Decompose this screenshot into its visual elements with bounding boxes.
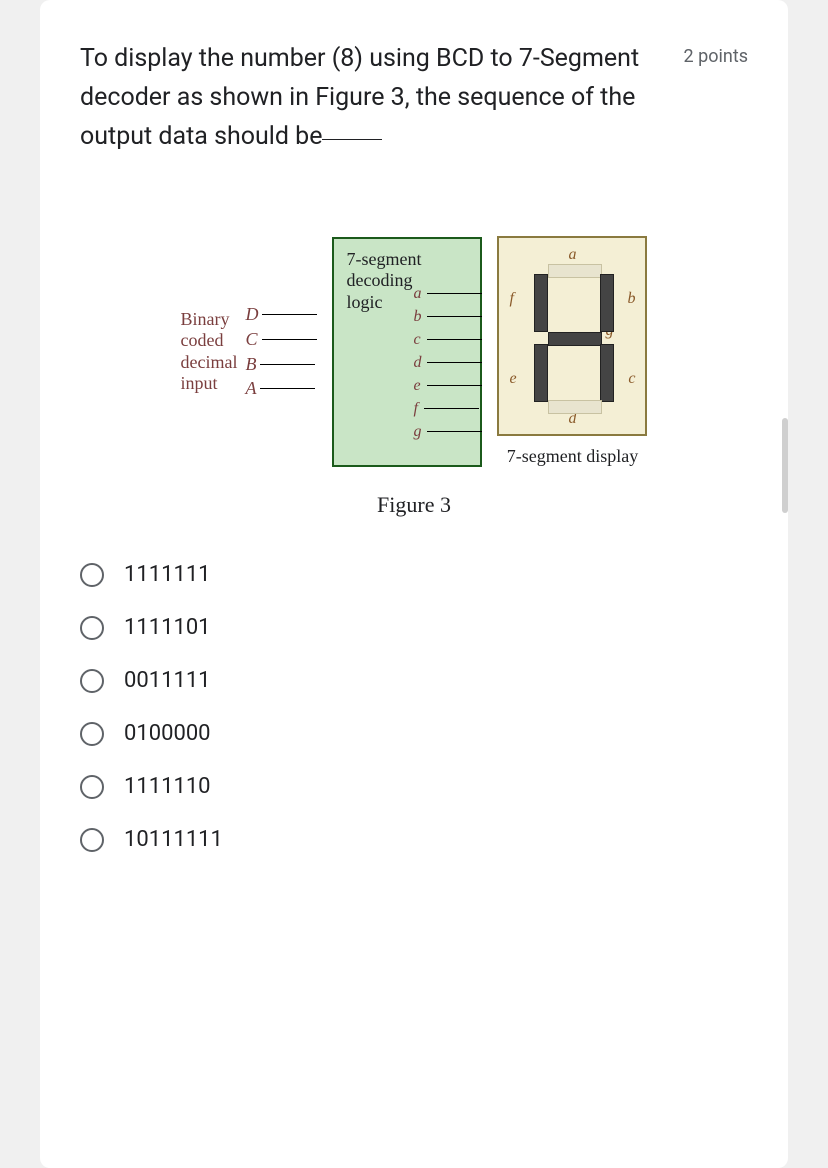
figure-3: Binary coded decimal input D C B A 7-seg…	[80, 236, 748, 467]
question-text: To display the number (8) using BCD to 7…	[80, 40, 672, 156]
question-header: To display the number (8) using BCD to 7…	[80, 40, 748, 156]
radio-icon[interactable]	[80, 563, 104, 587]
fill-blank	[322, 139, 382, 140]
decoder-column: 7-segment decoding logic a b c d e f g	[332, 237, 482, 467]
wire	[424, 408, 479, 409]
radio-icon[interactable]	[80, 616, 104, 640]
decoder-box: 7-segment decoding logic a b c d e f g	[332, 237, 482, 467]
segment-a	[548, 264, 602, 278]
seven-segment-display: a b c d e f g	[497, 236, 647, 436]
option-5[interactable]: 1111110	[80, 760, 748, 813]
option-1[interactable]: 1111111	[80, 548, 748, 601]
scrollbar-thumb[interactable]	[782, 418, 788, 513]
option-6-label: 10111111	[124, 827, 223, 852]
pin-a: A	[245, 378, 256, 399]
wire	[427, 339, 482, 340]
segment-e	[534, 344, 548, 402]
wire	[427, 362, 482, 363]
bcd-input-caption: Binary coded decimal input	[181, 309, 238, 395]
points-label: 2 points	[684, 46, 748, 67]
out-c: c	[413, 331, 420, 349]
option-1-label: 1111111	[124, 562, 211, 587]
segment-c	[600, 344, 614, 402]
option-2-label: 1111101	[124, 615, 211, 640]
pin-b: B	[245, 354, 256, 375]
bcd-l4: input	[181, 373, 238, 395]
dec-l1: 7-segment	[346, 249, 468, 271]
seg-label-b: b	[627, 290, 635, 308]
segment-d	[548, 400, 602, 414]
bcd-l1: Binary	[181, 309, 238, 331]
option-3[interactable]: 0011111	[80, 654, 748, 707]
figure-caption: Figure 3	[80, 492, 748, 518]
decoder-output-pins: a b c d e f g	[413, 285, 482, 441]
seg-label-e: e	[509, 370, 516, 388]
out-d: d	[413, 354, 421, 372]
option-6[interactable]: 10111111	[80, 813, 748, 866]
bcd-l2: coded	[181, 330, 238, 352]
seg-label-f: f	[509, 290, 513, 308]
option-3-label: 0011111	[124, 668, 211, 693]
wire	[427, 316, 482, 317]
segment-g	[548, 332, 602, 346]
out-a: a	[413, 285, 421, 303]
radio-icon[interactable]	[80, 828, 104, 852]
digit-8-icon	[534, 264, 614, 412]
wire	[260, 364, 315, 365]
bcd-pins: D C B A	[245, 304, 317, 399]
wire	[260, 388, 315, 389]
radio-icon[interactable]	[80, 669, 104, 693]
option-5-label: 1111110	[124, 774, 211, 799]
bcd-input-block: Binary coded decimal input D C B A	[181, 304, 318, 399]
pin-d: D	[245, 304, 258, 325]
pin-c: C	[245, 329, 257, 350]
answer-options: 1111111 1111101 0011111 0100000 1111110 …	[80, 548, 748, 866]
wire	[427, 293, 482, 294]
out-f: f	[413, 400, 417, 418]
wire	[262, 314, 317, 315]
radio-icon[interactable]	[80, 722, 104, 746]
segment-f	[534, 274, 548, 332]
wire	[262, 339, 317, 340]
option-4-label: 0100000	[124, 721, 211, 746]
question-card: To display the number (8) using BCD to 7…	[40, 0, 788, 1168]
option-4[interactable]: 0100000	[80, 707, 748, 760]
display-caption: 7-segment display	[507, 446, 638, 467]
seven-segment-wrap: a b c d e f g 7-segment display	[497, 236, 647, 467]
seg-label-c: c	[628, 370, 635, 388]
radio-icon[interactable]	[80, 775, 104, 799]
wire	[427, 385, 482, 386]
segment-b	[600, 274, 614, 332]
question-body: To display the number (8) using BCD to 7…	[80, 44, 639, 151]
bcd-l3: decimal	[181, 352, 238, 374]
wire	[427, 431, 482, 432]
out-e: e	[413, 377, 420, 395]
out-b: b	[413, 308, 421, 326]
out-g: g	[413, 423, 421, 441]
seg-label-a: a	[568, 246, 576, 264]
option-2[interactable]: 1111101	[80, 601, 748, 654]
